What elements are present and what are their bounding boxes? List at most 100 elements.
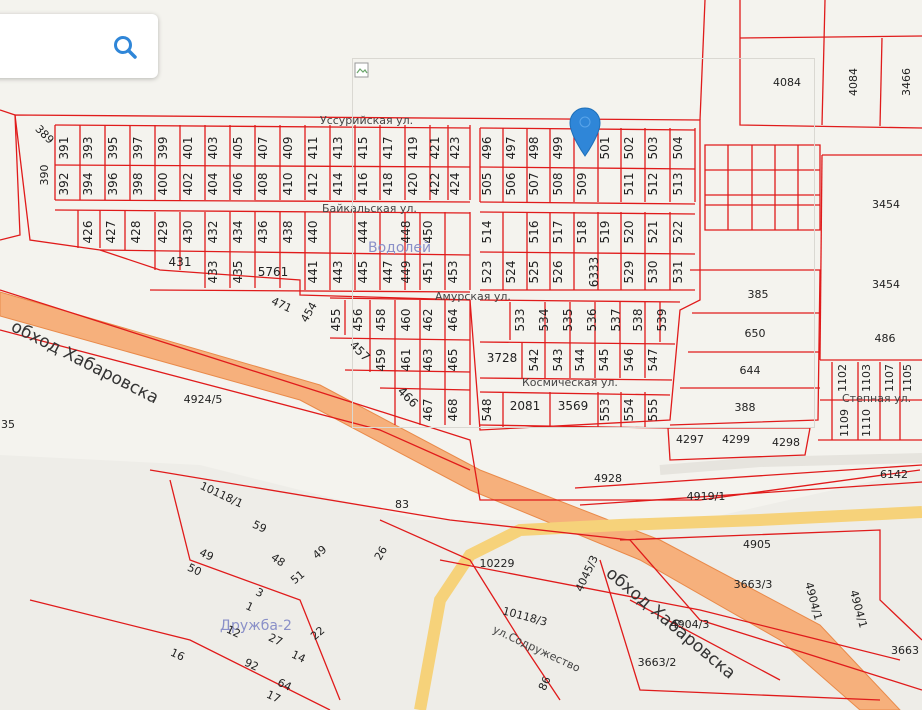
parcel-number: 451: [421, 261, 435, 284]
parcel-number: 546: [622, 349, 636, 372]
search-icon[interactable]: [112, 34, 138, 60]
parcel-number: 415: [356, 137, 370, 160]
parcel-number: 511: [622, 173, 636, 196]
parcel-number: 543: [551, 349, 565, 372]
parcel-number: 416: [356, 173, 370, 196]
parcel-number: 1103: [860, 364, 873, 392]
parcel-number: 4299: [722, 433, 750, 446]
parcel-number: 548: [480, 399, 494, 422]
parcel-number: 553: [598, 399, 612, 422]
parcel-number: 496: [480, 137, 494, 160]
street-label-amurskaya: Амурская ул.: [435, 290, 511, 303]
parcel-number: 517: [551, 221, 565, 244]
parcel-number: 393: [81, 137, 95, 160]
parcel-number: 412: [306, 173, 320, 196]
map-pin-icon[interactable]: [568, 106, 602, 158]
street-label-stepnaya: Степная ул.: [842, 392, 911, 405]
parcel-number: 644: [740, 364, 761, 377]
parcel-number: 429: [156, 221, 170, 244]
parcel-number: 502: [622, 137, 636, 160]
parcel-number: 403: [206, 137, 220, 160]
parcel-number: 440: [306, 221, 320, 244]
parcel-number: 5761: [258, 265, 289, 279]
parcel-number: 539: [655, 309, 669, 332]
parcel-number: 385: [748, 288, 769, 301]
parcel-number: 450: [421, 221, 435, 244]
parcel-number: 513: [671, 173, 685, 196]
parcel-number: 525: [527, 261, 541, 284]
parcel-number: 4084: [773, 76, 801, 89]
parcel-number: 547: [646, 349, 660, 372]
parcel-number: 456: [351, 309, 365, 332]
parcel-number: 391: [57, 137, 71, 160]
parcel-number: 3454: [872, 198, 900, 211]
parcel-number: 405: [231, 137, 245, 160]
cadastral-map[interactable]: Уссурийская ул. Байкальская ул. Амурская…: [0, 0, 922, 710]
parcel-number: 512: [646, 173, 660, 196]
parcel-number: 2081: [510, 399, 541, 413]
parcel-number: 418: [381, 173, 395, 196]
parcel-number: 544: [573, 349, 587, 372]
street-label-kosmicheskaya: Космическая ул.: [522, 376, 618, 389]
parcel-number: 536: [585, 309, 599, 332]
parcel-number: 407: [256, 137, 270, 160]
parcel-number: 388: [735, 401, 756, 414]
parcel-number: 3663: [891, 644, 919, 657]
parcel-number: 555: [646, 399, 660, 422]
parcel-number: 524: [504, 261, 518, 284]
parcel-number: 509: [575, 173, 589, 196]
parcel-number: 4928: [594, 472, 622, 485]
parcel-number: 397: [131, 137, 145, 160]
parcel-number: 3454: [872, 278, 900, 291]
parcel-number: 1107: [883, 364, 896, 392]
parcel-number: 459: [374, 349, 388, 372]
parcel-number: 554: [622, 399, 636, 422]
parcel-number: 424: [448, 173, 462, 196]
parcel-number: 455: [329, 309, 343, 332]
parcel-number: 518: [575, 221, 589, 244]
parcel-number: 434: [231, 221, 245, 244]
parcel-number: 505: [480, 173, 494, 196]
parcel-number: 461: [399, 349, 413, 372]
parcel-number: 438: [281, 221, 295, 244]
parcel-number: 530: [646, 261, 660, 284]
parcel-number: 465: [446, 349, 460, 372]
parcel-number: 503: [646, 137, 660, 160]
parcel-number: 534: [537, 309, 551, 332]
parcel-number: 449: [399, 261, 413, 284]
parcel-number: 542: [527, 349, 541, 372]
parcel-number: 538: [631, 309, 645, 332]
parcel-number: 423: [448, 137, 462, 160]
parcel-number: 4924/5: [184, 393, 223, 406]
parcel-number: 436: [256, 221, 270, 244]
parcel-number: 545: [597, 349, 611, 372]
parcel-number: 464: [446, 309, 460, 332]
parcel-number: 410: [281, 173, 295, 196]
parcel-number: 526: [551, 261, 565, 284]
parcel-number: 499: [551, 137, 565, 160]
parcel-number: 468: [446, 399, 460, 422]
parcel-number: 520: [622, 221, 636, 244]
parcel-number: 409: [281, 137, 295, 160]
parcel-number: 402: [181, 173, 195, 196]
parcel-number: 523: [480, 261, 494, 284]
parcel-number: 1102: [836, 364, 849, 392]
parcel-number: 426: [81, 221, 95, 244]
parcel-number: 463: [421, 349, 435, 372]
parcel-number: 441: [306, 261, 320, 284]
parcel-number: 6333: [587, 257, 601, 288]
parcel-number: 516: [527, 221, 541, 244]
parcel-number: 396: [106, 173, 120, 196]
parcel-number: 486: [875, 332, 896, 345]
parcel-number: 4919/1: [687, 490, 726, 503]
parcel-number: 10229: [480, 557, 515, 570]
parcel-number: 462: [421, 309, 435, 332]
parcel-number: 507: [527, 173, 541, 196]
parcel-number: 4298: [772, 436, 800, 449]
parcel-number: 508: [551, 173, 565, 196]
search-panel[interactable]: [0, 14, 158, 78]
parcel-number: 411: [306, 137, 320, 160]
parcel-number: 3663/3: [734, 578, 773, 591]
parcel-number: 531: [671, 261, 685, 284]
parcel-number: 401: [181, 137, 195, 160]
